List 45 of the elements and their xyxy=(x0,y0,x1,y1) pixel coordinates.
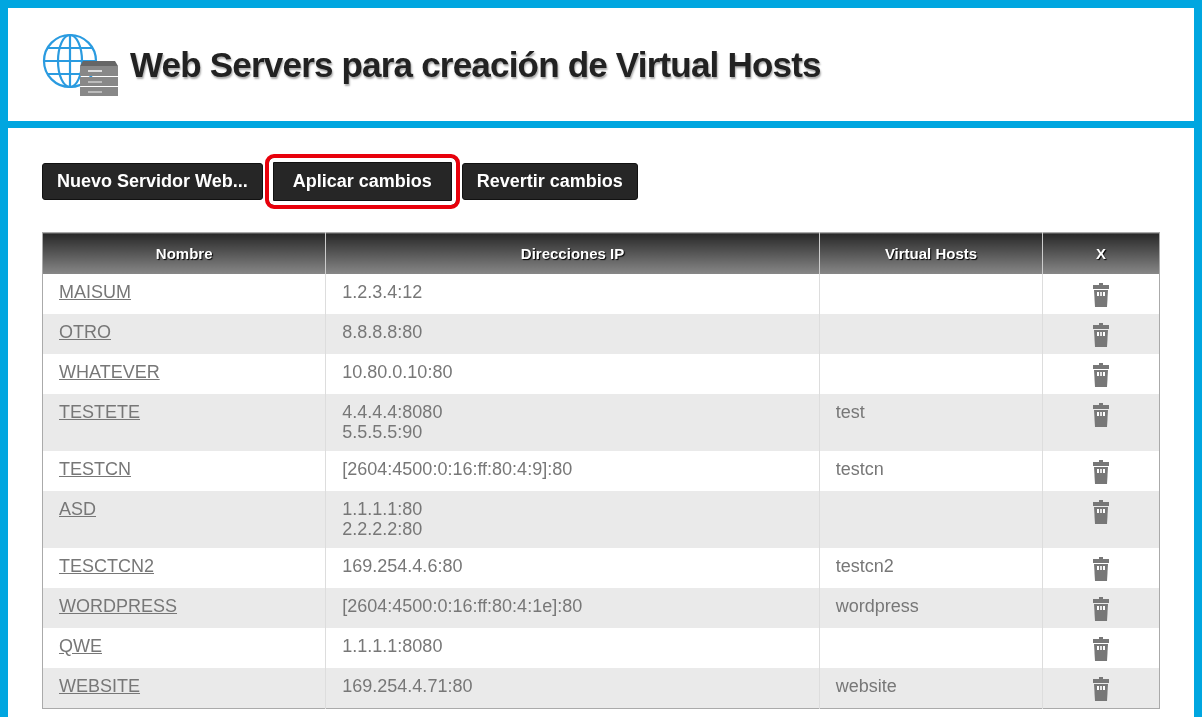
trash-icon[interactable] xyxy=(1092,500,1111,524)
ip-address: 169.254.4.71:80 xyxy=(342,676,474,696)
globe-server-icon xyxy=(40,32,120,97)
ip-address: 1.1.1.1:80 xyxy=(342,499,424,519)
virtual-host: testcn2 xyxy=(835,556,894,576)
trash-icon[interactable] xyxy=(1092,677,1111,701)
ip-address: 2.2.2.2:80 xyxy=(342,519,424,539)
column-header: Direcciones IP xyxy=(325,232,820,274)
action-button[interactable]: Revertir cambios xyxy=(461,163,638,200)
column-header: Nombre xyxy=(42,232,326,274)
server-name-link[interactable]: MAISUM xyxy=(59,282,131,302)
page-title: Web Servers para creación de Virtual Hosts xyxy=(130,44,821,85)
trash-icon[interactable] xyxy=(1092,637,1111,661)
virtual-host: website xyxy=(835,676,897,696)
ip-address: 8.8.8.8:80 xyxy=(342,322,424,342)
ip-address: 1.2.3.4:12 xyxy=(342,282,424,302)
server-name-link[interactable]: WEBSITE xyxy=(59,676,140,696)
server-name-link[interactable]: TESCTCN2 xyxy=(59,556,154,576)
virtual-host: testcn xyxy=(835,459,884,479)
trash-icon[interactable] xyxy=(1092,460,1111,484)
server-name-link[interactable]: OTRO xyxy=(59,322,111,342)
ip-address: 5.5.5.5:90 xyxy=(342,422,424,442)
virtual-host: wordpress xyxy=(835,596,919,616)
trash-icon[interactable] xyxy=(1092,403,1111,427)
action-button[interactable]: Nuevo Servidor Web... xyxy=(42,163,263,200)
column-header: Virtual Hosts xyxy=(819,232,1043,274)
trash-icon[interactable] xyxy=(1092,557,1111,581)
ip-address: 10.80.0.10:80 xyxy=(342,362,454,382)
server-name-link[interactable]: ASD xyxy=(59,499,96,519)
server-name-link[interactable]: TESTCN xyxy=(59,459,131,479)
server-name-link[interactable]: WHATEVER xyxy=(59,362,160,382)
server-name-link[interactable]: TESTETE xyxy=(59,402,140,422)
virtual-host: test xyxy=(835,402,865,422)
ip-address: 1.1.1.1:8080 xyxy=(342,636,444,656)
server-name-link[interactable]: QWE xyxy=(59,636,102,656)
trash-icon[interactable] xyxy=(1092,363,1111,387)
trash-icon[interactable] xyxy=(1092,597,1111,621)
column-header: X xyxy=(1042,232,1160,274)
ip-address: [2604:4500:0:16:ff:80:4:1e]:80 xyxy=(342,596,584,616)
ip-address: 169.254.4.6:80 xyxy=(342,556,464,576)
ip-address: 4.4.4.4:8080 xyxy=(342,402,444,422)
ip-address: [2604:4500:0:16:ff:80:4:9]:80 xyxy=(342,459,574,479)
trash-icon[interactable] xyxy=(1092,283,1111,307)
trash-icon[interactable] xyxy=(1092,323,1111,347)
action-button[interactable]: Aplicar cambios xyxy=(264,154,460,209)
